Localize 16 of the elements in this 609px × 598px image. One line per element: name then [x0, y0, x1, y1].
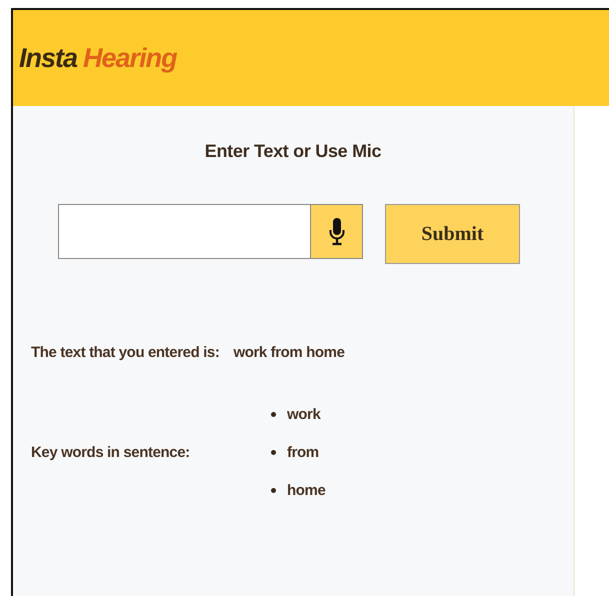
- submit-button[interactable]: Submit: [385, 204, 520, 264]
- bullet-icon: [271, 412, 276, 417]
- text-input-field[interactable]: [58, 204, 311, 259]
- section-heading: Enter Text or Use Mic: [204, 141, 382, 162]
- result-label: The text that you entered is:: [31, 344, 220, 361]
- keyword-item: work: [287, 406, 320, 423]
- keyword-item: home: [287, 482, 326, 499]
- bullet-icon: [271, 488, 276, 493]
- brand-second: Hearing: [83, 42, 177, 72]
- mic-button[interactable]: [311, 204, 363, 259]
- bullet-icon: [271, 450, 276, 455]
- brand-first: Insta: [19, 42, 78, 72]
- keywords-label: Key words in sentence:: [31, 444, 191, 461]
- result-text: work from home: [233, 344, 345, 361]
- microphone-icon: [328, 218, 344, 246]
- keyword-item: from: [287, 444, 319, 461]
